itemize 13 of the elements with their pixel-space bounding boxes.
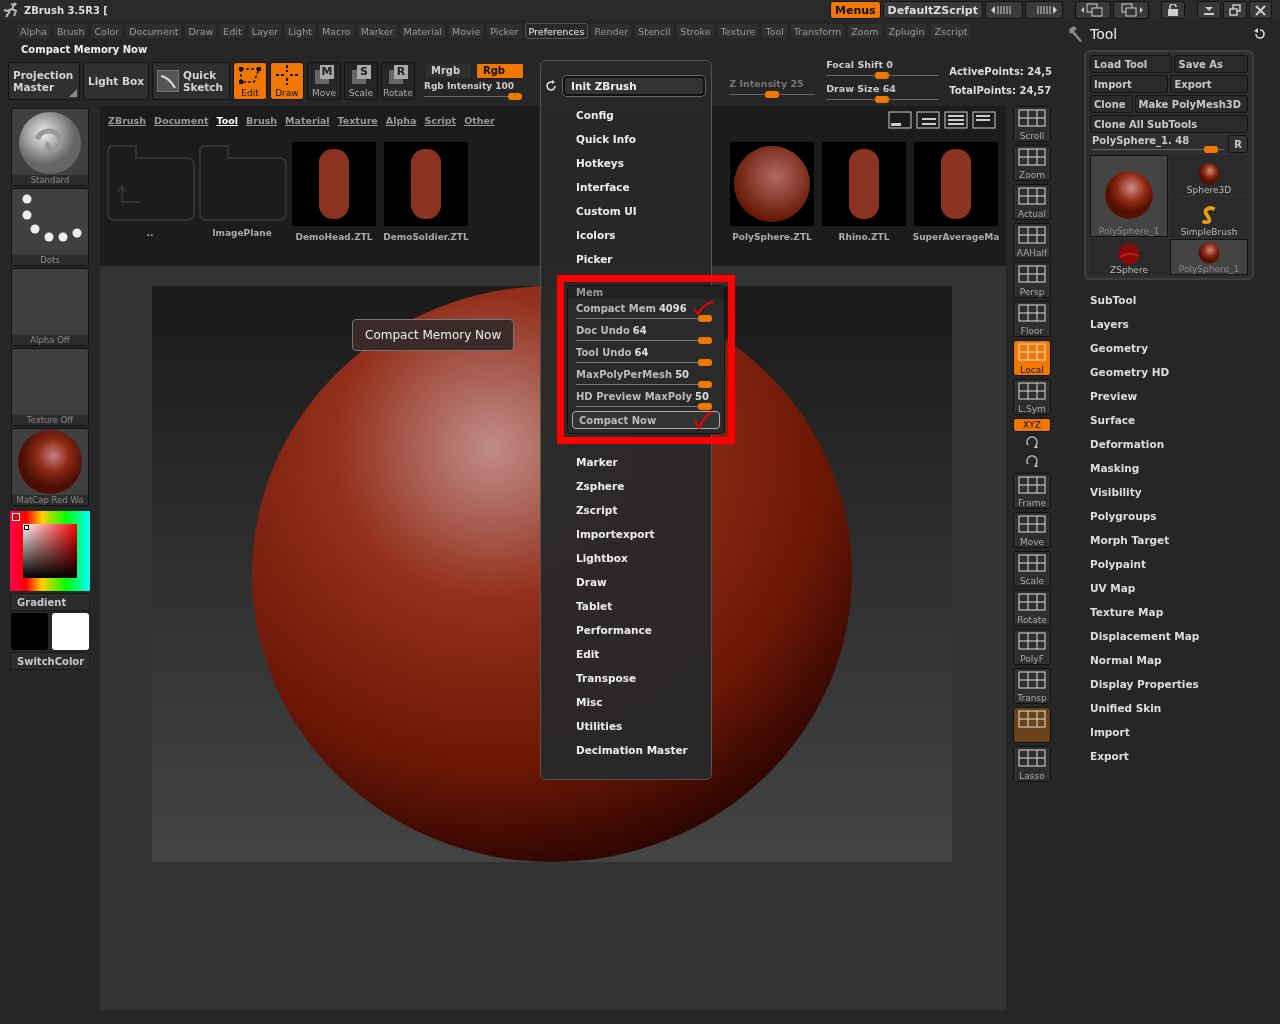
file-name: SuperAverageMa bbox=[912, 232, 1000, 242]
file-name: DemoSoldier.ZTL bbox=[383, 232, 469, 242]
shelf-label: Compact Memory Now bbox=[21, 43, 148, 57]
file-name: PolySphere.ZTL bbox=[732, 232, 812, 242]
tooltip: Compact Memory Now bbox=[352, 319, 515, 351]
point-count: TotalPoints: 24,57 bbox=[949, 85, 1052, 96]
file-name: ImagePlane bbox=[212, 228, 272, 238]
file-name: Rhino.ZTL bbox=[838, 232, 890, 242]
point-count: ActivePoints: 24,5 bbox=[949, 66, 1052, 77]
file-name: DemoHead.ZTL bbox=[295, 232, 373, 242]
file-name: .. bbox=[146, 228, 154, 238]
palette-title: Tool bbox=[1090, 26, 1118, 42]
window-title: ZBrush 3.5R3 [ bbox=[24, 4, 108, 16]
